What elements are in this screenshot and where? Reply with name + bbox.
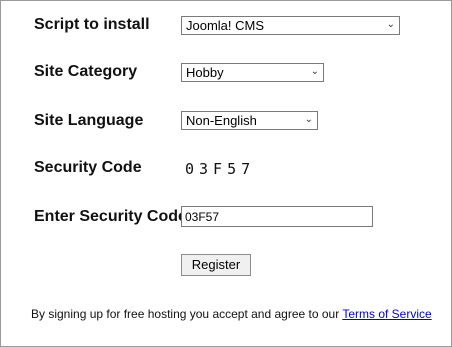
script-label: Script to install: [34, 16, 150, 33]
language-select[interactable]: Non-English ⌄: [181, 111, 318, 130]
register-button[interactable]: Register: [181, 254, 251, 276]
script-select[interactable]: Joomla! CMS ⌄: [181, 16, 400, 35]
enter-code-label: Enter Security Code: [34, 208, 187, 225]
terms-notice: By signing up for free hosting you accep…: [31, 307, 432, 321]
chevron-down-icon: ⌄: [310, 66, 319, 77]
script-select-value: Joomla! CMS: [186, 18, 265, 33]
chevron-down-icon: ⌄: [304, 114, 313, 125]
terms-of-service-link[interactable]: Terms of Service: [342, 307, 431, 321]
category-label: Site Category: [34, 63, 138, 80]
security-code-input[interactable]: 03F57: [181, 206, 373, 227]
security-code-label: Security Code: [34, 159, 142, 176]
category-select[interactable]: Hobby ⌄: [181, 63, 324, 82]
terms-notice-text: By signing up for free hosting you accep…: [31, 307, 343, 321]
category-select-value: Hobby: [186, 65, 224, 80]
captcha-image: 03F57: [185, 160, 256, 178]
language-select-value: Non-English: [186, 113, 257, 128]
language-label: Site Language: [34, 112, 144, 129]
signup-form-panel: Script to install Joomla! CMS ⌄ Site Cat…: [0, 0, 452, 347]
chevron-down-icon: ⌄: [386, 19, 395, 30]
